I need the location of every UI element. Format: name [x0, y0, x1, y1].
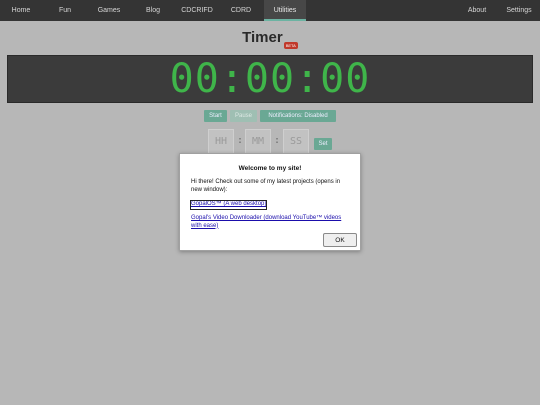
page-header: Timer BETA [0, 29, 540, 49]
beta-badge: BETA [283, 42, 298, 49]
pause-button[interactable]: Pause [230, 110, 257, 122]
nav-about[interactable]: About [458, 0, 496, 21]
ok-button[interactable]: OK [323, 233, 357, 247]
dialog-title: Welcome to my site! [238, 165, 302, 172]
timer-display: 00:00:00 [169, 56, 371, 102]
start-button[interactable]: Start [204, 110, 227, 122]
set-button[interactable]: Set [314, 138, 332, 150]
notifications-toggle-button[interactable]: Notifications: Disabled [260, 110, 336, 122]
nav-settings[interactable]: Settings [500, 0, 538, 21]
nav-home[interactable]: Home [0, 0, 42, 21]
page-title: Timer [242, 29, 283, 46]
seconds-input[interactable]: SS [283, 129, 309, 155]
nav-utilities[interactable]: Utilities [264, 0, 306, 21]
nav-games[interactable]: Games [88, 0, 130, 21]
nav-fun[interactable]: Fun [46, 0, 84, 21]
nav-cdrd[interactable]: CDRD [222, 0, 260, 21]
minutes-input[interactable]: MM [245, 129, 271, 155]
nav-blog[interactable]: Blog [134, 0, 172, 21]
time-separator: : [274, 135, 281, 146]
timer-display-panel: 00:00:00 [7, 55, 533, 103]
time-separator: : [237, 135, 244, 146]
nav-cdcrifd[interactable]: CDCRIFD [176, 0, 218, 21]
video-downloader-link[interactable]: Gopal's Video Downloader (download YouTu… [191, 215, 351, 230]
dialog-message: Hi there! Check out some of my latest pr… [191, 179, 341, 193]
top-navbar: Home Fun Games Blog CDCRIFD CDRD Utiliti… [0, 0, 540, 21]
gopalos-link[interactable]: GopalOS™ (A web desktop) [189, 200, 268, 210]
hours-input[interactable]: HH [208, 129, 234, 155]
